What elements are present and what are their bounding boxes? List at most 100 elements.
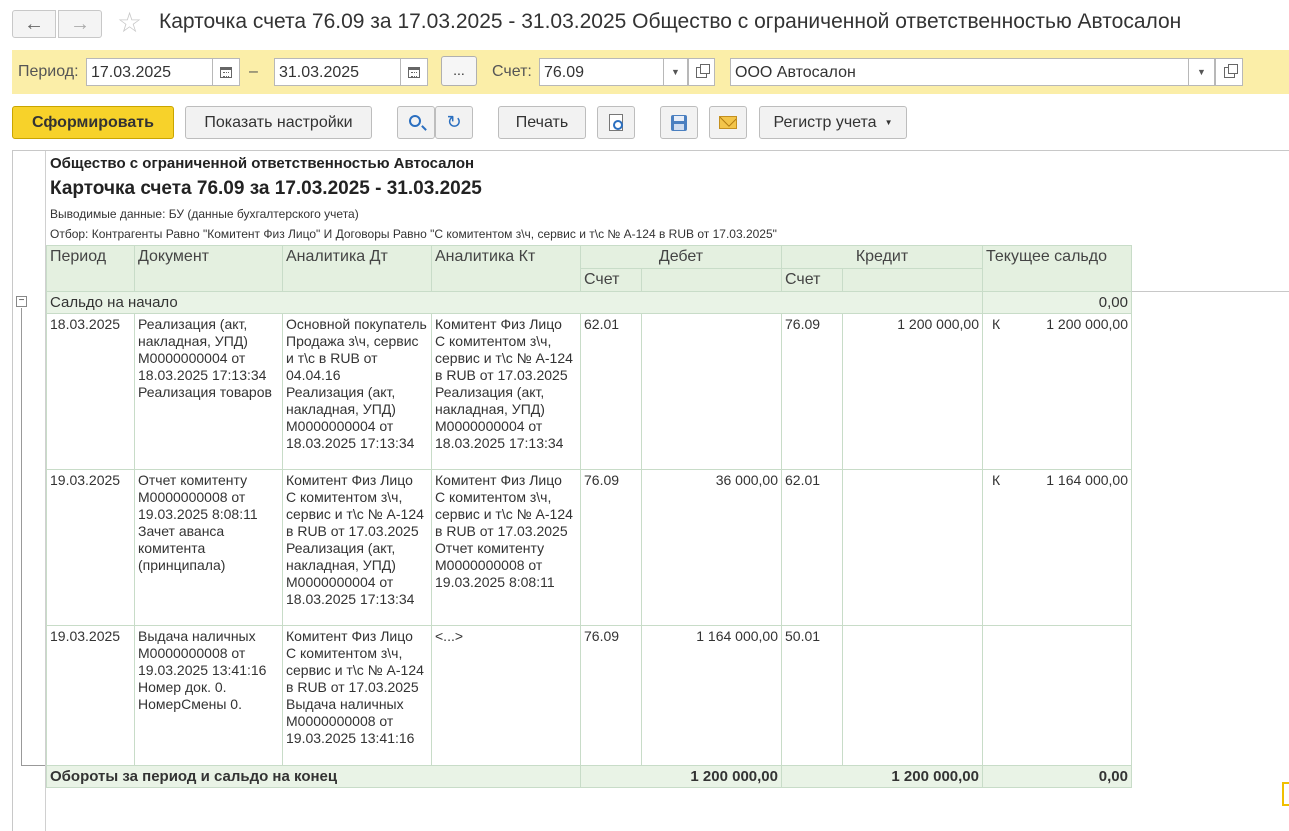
header-debit-sum: [641, 268, 782, 292]
date-to-calendar-button[interactable]: [400, 58, 428, 86]
row-debit-account: 62.01: [580, 313, 642, 470]
account-label: Счет:: [492, 63, 532, 80]
header-debit: Дебет: [580, 245, 782, 269]
group-tree-end: [21, 765, 45, 766]
chevron-down-icon: ▼: [884, 118, 893, 127]
open-icon: [696, 63, 710, 78]
chevron-down-icon: ▼: [1197, 67, 1206, 77]
period-select-button[interactable]: ...: [441, 56, 477, 86]
row-balance-side: К: [992, 472, 1001, 488]
report-output-data: Выводимые данные: БУ (данные бухгалтерск…: [50, 207, 359, 221]
account-open-button[interactable]: [688, 58, 715, 86]
table-row[interactable]: 19.03.2025 Отчет комитенту М0000000008 о…: [46, 469, 1132, 626]
calendar-icon: [408, 66, 420, 78]
scroll-indicator: [1282, 782, 1289, 806]
row-credit-account: 50.01: [781, 625, 843, 766]
account-card-table: Период Документ Аналитика Дт Аналитика К…: [46, 245, 1132, 788]
save-icon: [671, 114, 687, 131]
window-title: Карточка счета 76.09 за 17.03.2025 - 31.…: [159, 10, 1182, 33]
totals-credit: 1 200 000,00: [781, 765, 983, 788]
organization-dropdown-button[interactable]: ▼: [1188, 58, 1215, 86]
totals-balance: 0,00: [982, 765, 1132, 788]
report-organization: Общество с ограниченной ответственностью…: [50, 155, 475, 172]
group-tree-line: [21, 308, 22, 765]
row-period: 19.03.2025: [46, 469, 135, 626]
period-label: Период:: [18, 63, 79, 80]
row-balance: К 1 200 000,00: [982, 313, 1132, 470]
register-menu-button[interactable]: Регистр учета ▼: [759, 106, 907, 139]
row-period: 18.03.2025: [46, 313, 135, 470]
row-balance-side: К: [992, 316, 1001, 332]
save-button[interactable]: [660, 106, 698, 139]
row-debit-account: 76.09: [580, 625, 642, 766]
header-debit-account: Счет: [580, 268, 642, 292]
table-row[interactable]: 18.03.2025 Реализация (акт, накладная, У…: [46, 313, 1132, 470]
arrow-left-icon: ←: [24, 12, 44, 35]
organization-field[interactable]: ООО Автосалон: [730, 58, 1190, 86]
header-analytics-dt: Аналитика Дт: [282, 245, 432, 292]
header-credit-account: Счет: [781, 268, 843, 292]
back-button[interactable]: ←: [12, 10, 56, 38]
report-title: Карточка счета 76.09 за 17.03.2025 - 31.…: [50, 178, 482, 199]
row-document[interactable]: Выдача наличных М0000000008 от 19.03.202…: [134, 625, 283, 766]
row-balance-value: 1 164 000,00: [1046, 472, 1128, 488]
header-credit-sum: [842, 268, 983, 292]
row-document[interactable]: Реализация (акт, накладная, УПД) М000000…: [134, 313, 283, 470]
report-area: Общество с ограниченной ответственностью…: [12, 150, 1289, 831]
row-credit-sum: [842, 469, 983, 626]
title-bar: ← → ☆ Карточка счета 76.09 за 17.03.2025…: [0, 0, 1289, 46]
print-preview-button[interactable]: [597, 106, 635, 139]
report-divider: [1131, 291, 1289, 292]
print-preview-icon: [609, 114, 623, 131]
star-icon[interactable]: ☆: [117, 6, 142, 39]
account-field[interactable]: 76.09: [539, 58, 665, 86]
table-header-row: Период Документ Аналитика Дт Аналитика К…: [46, 245, 1132, 292]
search-icon: [408, 115, 421, 127]
period-dash: –: [249, 63, 258, 80]
row-balance: К 1 164 000,00: [982, 469, 1132, 626]
organization-open-button[interactable]: [1215, 58, 1243, 86]
totals-label: Обороты за период и сальдо на конец: [46, 765, 581, 788]
opening-balance-row: Сальдо на начало 0,00: [46, 291, 1132, 314]
report-left-border: [12, 151, 13, 831]
row-analytics-dt[interactable]: Комитент Физ Лицо С комитентом з\ч, серв…: [282, 625, 432, 766]
header-credit: Кредит: [781, 245, 983, 269]
send-email-button[interactable]: [709, 106, 747, 139]
header-balance: Текущее сальдо: [982, 245, 1132, 292]
header-document: Документ: [134, 245, 283, 292]
header-period: Период: [46, 245, 135, 292]
row-analytics-kt[interactable]: Комитент Физ Лицо С комитентом з\ч, серв…: [431, 469, 581, 626]
register-menu-label: Регистр учета: [773, 113, 877, 131]
totals-row: Обороты за период и сальдо на конец 1 20…: [46, 765, 1132, 788]
search-refresh-icon: ↻: [446, 112, 462, 132]
totals-debit: 1 200 000,00: [580, 765, 782, 788]
date-from-field[interactable]: 17.03.2025: [86, 58, 214, 86]
table-row[interactable]: 19.03.2025 Выдача наличных М0000000008 о…: [46, 625, 1132, 766]
row-analytics-dt[interactable]: Основной покупатель Продажа з\ч, сервис …: [282, 313, 432, 470]
forward-button[interactable]: →: [58, 10, 102, 38]
opening-balance-label: Сальдо на начало: [46, 291, 983, 314]
mail-icon: [719, 116, 737, 129]
row-analytics-dt[interactable]: Комитент Физ Лицо С комитентом з\ч, серв…: [282, 469, 432, 626]
open-icon: [1223, 63, 1238, 78]
print-button[interactable]: Печать: [498, 106, 586, 139]
row-credit-sum: [842, 625, 983, 766]
date-to-field[interactable]: 31.03.2025: [274, 58, 402, 86]
search-next-button[interactable]: ↻: [435, 106, 473, 139]
row-credit-sum: 1 200 000,00: [842, 313, 983, 470]
opening-balance-value: 0,00: [982, 291, 1132, 314]
row-analytics-kt[interactable]: <...>: [431, 625, 581, 766]
search-button[interactable]: [397, 106, 435, 139]
header-analytics-kt: Аналитика Кт: [431, 245, 581, 292]
row-analytics-kt[interactable]: Комитент Физ Лицо С комитентом з\ч, серв…: [431, 313, 581, 470]
generate-button[interactable]: Сформировать: [12, 106, 174, 139]
calendar-icon: [220, 66, 232, 78]
account-dropdown-button[interactable]: ▼: [663, 58, 688, 86]
row-debit-account: 76.09: [580, 469, 642, 626]
show-settings-button[interactable]: Показать настройки: [185, 106, 372, 139]
parameters-panel: Период: 17.03.2025 – 31.03.2025 ... Счет…: [12, 50, 1289, 94]
date-from-calendar-button[interactable]: [212, 58, 240, 86]
collapse-group-icon[interactable]: −: [16, 296, 27, 307]
row-document[interactable]: Отчет комитенту М0000000008 от 19.03.202…: [134, 469, 283, 626]
row-debit-sum: [641, 313, 782, 470]
